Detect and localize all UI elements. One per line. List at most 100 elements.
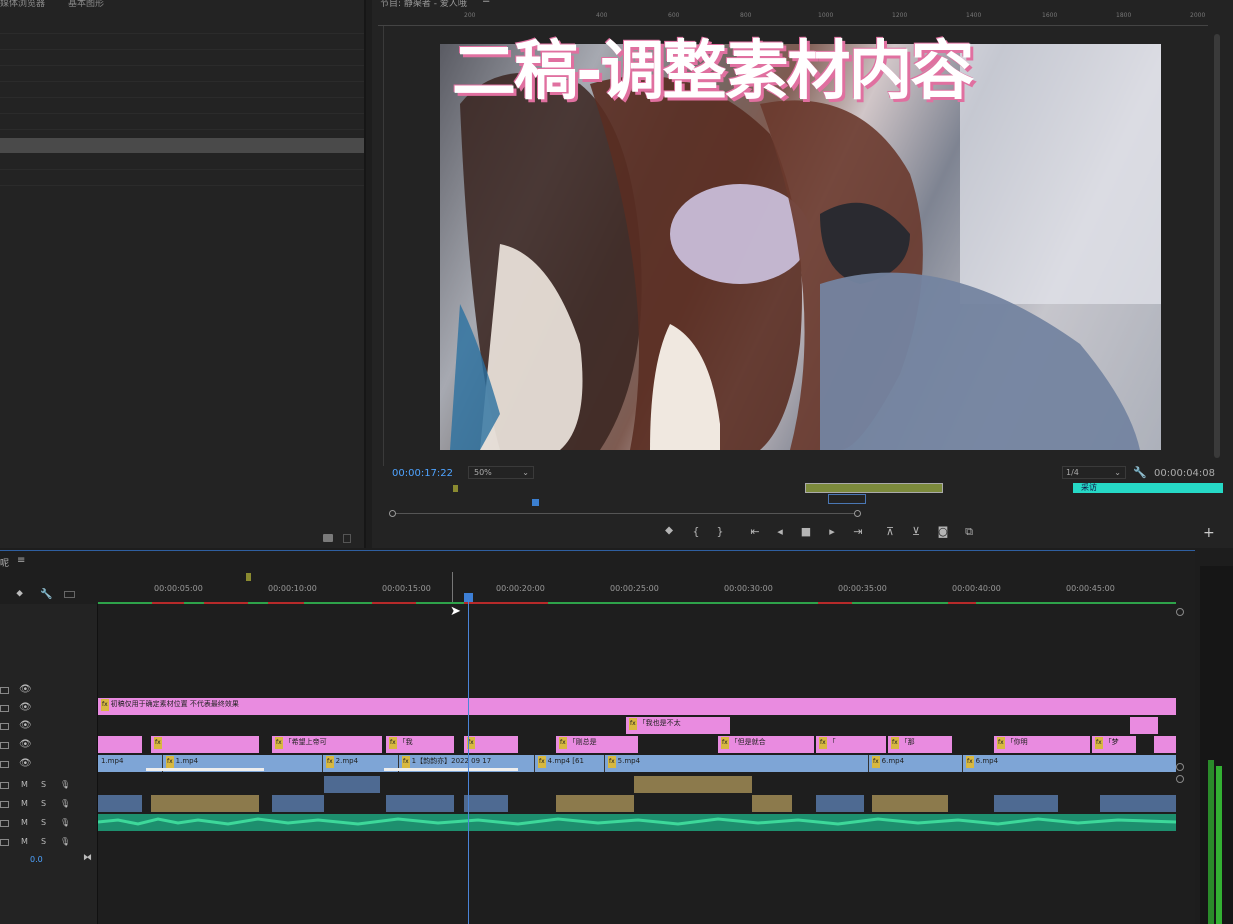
- scroll-handle[interactable]: [1176, 775, 1184, 783]
- track-header-v5[interactable]: 👁: [0, 700, 98, 719]
- extract-icon[interactable]: ⊻: [909, 525, 923, 538]
- audio-clip[interactable]: [1100, 795, 1176, 812]
- scrub-start-handle[interactable]: [389, 510, 396, 517]
- program-monitor-title[interactable]: 节目: 静渠者 - 爱人哦: [380, 0, 467, 9]
- tab-essential-graphics[interactable]: 基本图形: [68, 0, 104, 9]
- mute-button[interactable]: M: [21, 780, 28, 789]
- project-row[interactable]: [0, 156, 364, 170]
- export-frame-icon[interactable]: ◙: [936, 525, 950, 538]
- project-row-selected[interactable]: [0, 138, 364, 153]
- title-clip[interactable]: [98, 736, 142, 753]
- track-output-icon[interactable]: [0, 839, 9, 846]
- step-back-icon[interactable]: ◂: [773, 525, 787, 538]
- video-clip[interactable]: fx 5.mp4: [604, 755, 840, 772]
- track-header-a3[interactable]: M S 🎙: [0, 815, 98, 834]
- track-output-icon[interactable]: [0, 820, 9, 827]
- title-clip[interactable]: fx 「我也是不太: [626, 717, 730, 734]
- project-row[interactable]: [0, 100, 364, 114]
- project-row[interactable]: [0, 20, 364, 34]
- project-row[interactable]: [0, 68, 364, 82]
- video-clip[interactable]: fx 6.mp4: [962, 755, 1134, 772]
- wrench-icon[interactable]: 🔧: [1133, 466, 1147, 479]
- music-audio-clip[interactable]: [98, 814, 1176, 831]
- title-clip[interactable]: [1154, 736, 1176, 753]
- marker-icon[interactable]: ⯁: [16, 590, 23, 600]
- scroll-handle[interactable]: [1176, 763, 1184, 771]
- playhead-line[interactable]: [468, 600, 469, 924]
- audio-clip[interactable]: [556, 795, 634, 812]
- marker-icon[interactable]: [246, 573, 251, 581]
- panel-menu-icon[interactable]: ≡: [482, 0, 490, 6]
- track-output-icon[interactable]: [0, 723, 9, 730]
- audio-clip[interactable]: [816, 795, 864, 812]
- track-output-icon[interactable]: [0, 801, 9, 808]
- compare-icon[interactable]: ⧉: [962, 525, 976, 539]
- audio-clip[interactable]: [872, 795, 948, 812]
- in-point-icon[interactable]: {: [689, 525, 703, 538]
- video-clip[interactable]: fx 6.mp4: [868, 755, 938, 772]
- solo-button[interactable]: S: [41, 799, 46, 808]
- out-point-icon[interactable]: }: [713, 525, 727, 538]
- project-row[interactable]: [0, 36, 364, 50]
- add-button-icon[interactable]: +: [1203, 525, 1215, 541]
- audio-clip[interactable]: [464, 795, 508, 812]
- microphone-icon[interactable]: 🎙: [60, 837, 70, 846]
- microphone-icon[interactable]: 🎙: [60, 799, 70, 808]
- title-clip[interactable]: fx: [464, 736, 518, 753]
- mini-timeline-clip[interactable]: 采访: [1073, 483, 1223, 493]
- timeline-vertical-scrollbar[interactable]: [1176, 604, 1186, 924]
- title-clip[interactable]: fx: [151, 736, 259, 753]
- title-clip[interactable]: fx 「刚总是: [556, 736, 638, 753]
- title-clip[interactable]: fx 「但是就合: [718, 736, 814, 753]
- eye-icon[interactable]: 👁: [19, 702, 32, 713]
- solo-button[interactable]: S: [41, 837, 46, 846]
- step-forward-icon[interactable]: ▸: [825, 525, 839, 538]
- title-clip[interactable]: fx 「希望上帝可: [272, 736, 382, 753]
- stop-icon[interactable]: ■: [799, 525, 813, 538]
- monitor-scrollbar[interactable]: [1214, 34, 1220, 458]
- lift-icon[interactable]: ⊼: [883, 525, 897, 538]
- project-row[interactable]: [0, 172, 364, 186]
- captions-icon[interactable]: [64, 591, 75, 598]
- title-clip[interactable]: fx 「: [816, 736, 886, 753]
- track-header-v1[interactable]: 👁: [0, 756, 98, 775]
- selection-range[interactable]: [828, 494, 866, 504]
- track-header-a1[interactable]: M S 🎙: [0, 777, 98, 796]
- title-clip[interactable]: [1130, 717, 1158, 734]
- audio-clip[interactable]: [151, 795, 259, 812]
- go-to-out-icon[interactable]: ⇥: [851, 525, 865, 538]
- video-clip[interactable]: fx 4.mp4 [61.: [534, 755, 584, 772]
- track-output-icon[interactable]: [0, 687, 9, 694]
- panel-menu-icon[interactable]: ≡: [17, 555, 25, 566]
- eye-icon[interactable]: 👁: [19, 739, 32, 750]
- video-clip[interactable]: fx 2.mp4: [322, 755, 384, 772]
- scrub-bar[interactable]: [392, 513, 858, 514]
- title-clip[interactable]: fx 「梦: [1092, 736, 1136, 753]
- audio-clip[interactable]: [272, 795, 324, 812]
- microphone-icon[interactable]: 🎙: [60, 780, 70, 789]
- track-header-v4[interactable]: 👁: [0, 718, 98, 737]
- track-header-a2[interactable]: M S 🎙: [0, 796, 98, 815]
- audio-clip[interactable]: [98, 795, 142, 812]
- solo-button[interactable]: S: [41, 818, 46, 827]
- microphone-icon[interactable]: 🎙: [60, 818, 70, 827]
- program-timecode[interactable]: 00:00:17:22: [392, 468, 453, 479]
- title-clip[interactable]: fx 「你明: [994, 736, 1090, 753]
- title-clip[interactable]: fx 「那: [888, 736, 952, 753]
- title-clip[interactable]: fx 初稿仅用于确定素材位置 不代表最终效果: [98, 698, 1176, 715]
- audio-clip[interactable]: [752, 795, 792, 812]
- trash-icon[interactable]: [343, 534, 351, 543]
- project-row[interactable]: [0, 84, 364, 98]
- track-output-icon[interactable]: [0, 761, 9, 768]
- audio-clip[interactable]: [386, 795, 454, 812]
- timeline-tab[interactable]: 呢: [0, 556, 9, 569]
- scroll-handle[interactable]: [1176, 608, 1184, 616]
- track-output-icon[interactable]: [0, 742, 9, 749]
- project-row[interactable]: [0, 52, 364, 66]
- mute-button[interactable]: M: [21, 818, 28, 827]
- title-clip[interactable]: fx 「我: [386, 736, 454, 753]
- marker-icon[interactable]: ⯁: [662, 525, 676, 539]
- tab-media-browser[interactable]: 媒体浏览器: [0, 0, 45, 9]
- mute-button[interactable]: M: [21, 799, 28, 808]
- eye-icon[interactable]: 👁: [19, 684, 32, 695]
